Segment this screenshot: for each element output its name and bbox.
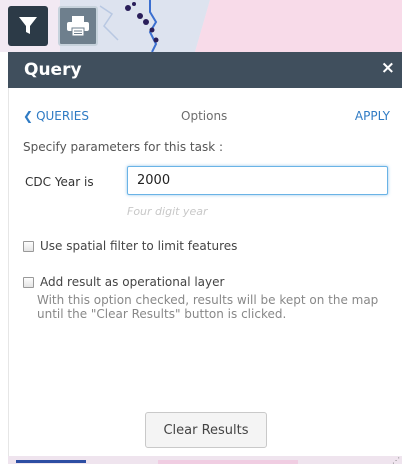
spatial-filter-checkbox[interactable] [23,240,34,252]
spatial-filter-label[interactable]: Use spatial filter to limit features [40,239,237,253]
operational-layer-help: With this option checked, results will b… [37,293,379,321]
queries-back-link[interactable]: ❮ QUERIES [23,109,89,123]
cdc-year-label: CDC Year is [25,175,94,189]
spatial-filter-option: Use spatial filter to limit features [23,239,237,253]
panel-header: Query × [8,52,402,88]
filter-button[interactable] [8,6,48,46]
operational-layer-checkbox[interactable] [23,276,34,288]
filter-icon [19,17,37,34]
cdc-year-input[interactable] [127,166,388,195]
close-icon[interactable]: × [381,58,395,78]
operational-layer-label[interactable]: Add result as operational layer [40,275,224,289]
map-feature-area [158,460,298,464]
map-bottom-strip: ⋰ [8,456,402,465]
map-feature-line [16,460,86,463]
options-title: Options [181,109,228,123]
chevron-left-icon: ❮ [23,109,34,123]
query-panel: ❮ QUERIES Options APPLY Specify parameter… [8,88,402,456]
instructions-text: Specify parameters for this task : [23,140,224,154]
nav-bar: ❮ QUERIES Options APPLY [9,109,402,125]
clear-results-button[interactable]: Clear Results [145,412,267,448]
printer-icon [67,16,89,37]
queries-back-label: QUERIES [36,109,89,123]
operational-layer-option: Add result as operational layer [23,275,224,289]
print-button[interactable] [58,6,98,46]
cdc-year-hint: Four digit year [127,205,208,218]
panel-title: Query [24,60,82,80]
apply-link[interactable]: APPLY [355,109,390,123]
